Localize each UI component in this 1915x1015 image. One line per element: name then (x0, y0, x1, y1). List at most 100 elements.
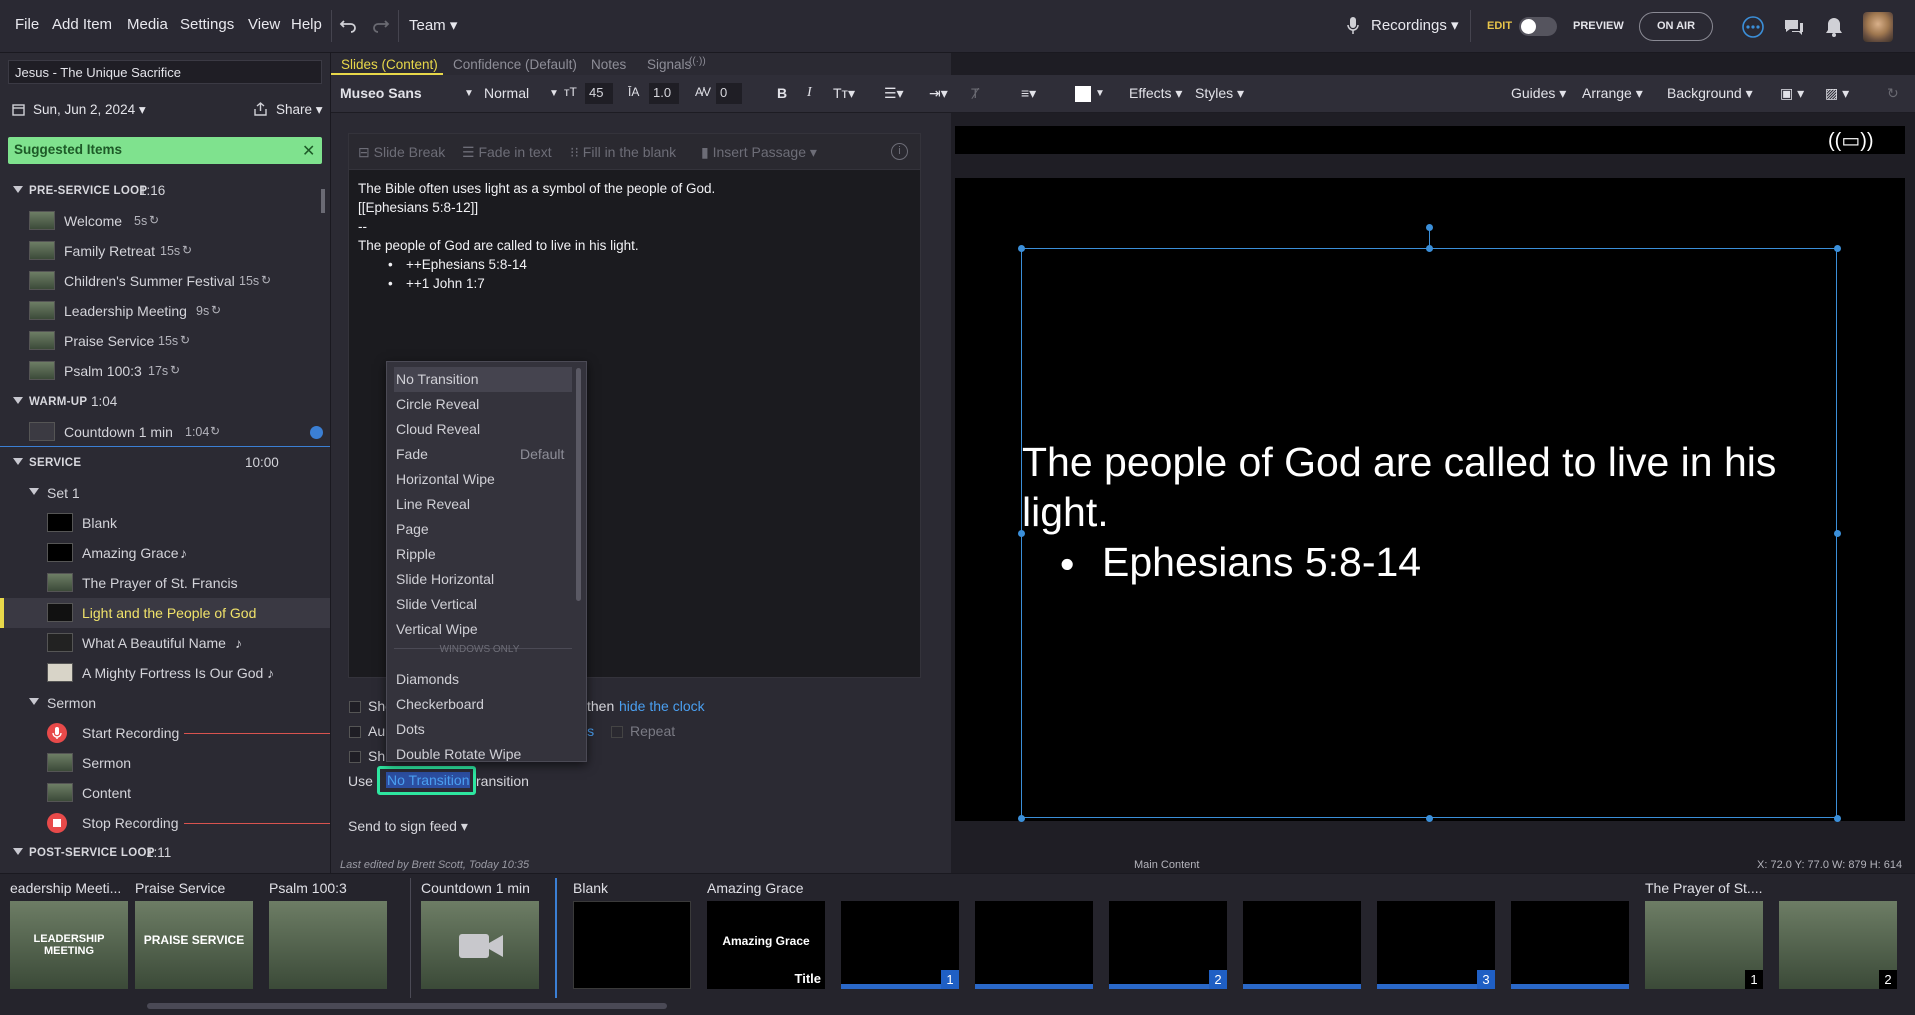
dropdown-item[interactable]: Horizontal Wipe (394, 467, 572, 492)
list-item[interactable]: Blank (0, 508, 330, 538)
rotate-handle[interactable] (1426, 224, 1433, 231)
dropdown-item[interactable]: Vertical Wipe (394, 617, 572, 642)
filmstrip-thumbnail[interactable]: 1 (1645, 901, 1763, 989)
repeat-checkbox[interactable] (611, 726, 623, 738)
chevron-down-icon[interactable] (29, 488, 39, 495)
arrange-dropdown[interactable]: Arrange ▾ (1582, 85, 1643, 102)
dropdown-item[interactable]: Dots (394, 717, 572, 742)
filmstrip-thumbnail[interactable]: PRAISE SERVICE (135, 901, 253, 989)
redo-icon[interactable] (372, 15, 390, 33)
list-item[interactable]: Content (0, 778, 330, 808)
list-item[interactable]: Countdown 1 min 1:04 ↻ (0, 417, 330, 447)
align-icon[interactable]: ≡▾ (1021, 85, 1036, 102)
list-item[interactable]: Praise Service 15s ↻ (0, 326, 330, 356)
filmstrip-thumbnail[interactable]: 1 (841, 901, 959, 989)
indent-icon[interactable]: ⇥▾ (929, 85, 948, 102)
avatar[interactable] (1863, 12, 1893, 42)
list-item[interactable]: Sermon (0, 748, 330, 778)
dropdown-item[interactable]: Page (394, 517, 572, 542)
info-icon[interactable]: i (891, 143, 908, 160)
list-item[interactable]: Family Retreat 15s ↻ (0, 236, 330, 266)
resize-handle[interactable] (1834, 245, 1841, 252)
filmstrip-thumbnail[interactable]: Amazing Grace Title (707, 901, 825, 989)
list-item[interactable]: Leadership Meeting 9s ↻ (0, 296, 330, 326)
resize-handle[interactable] (1834, 815, 1841, 822)
scrollbar-thumb[interactable] (321, 189, 325, 213)
list-item[interactable]: A Mighty Fortress Is Our God ♪ (0, 658, 330, 688)
menu-settings[interactable]: Settings (180, 16, 234, 33)
filmstrip-thumbnail[interactable]: 2 (1109, 901, 1227, 989)
resize-handle[interactable] (1018, 815, 1025, 822)
section-service[interactable]: SERVICE 10:00 (0, 448, 330, 478)
tab-signals[interactable]: Signals (647, 57, 691, 72)
list-item[interactable]: Stop Recording (0, 808, 330, 838)
list-item[interactable]: Children's Summer Festival 15s ↻ (0, 266, 330, 296)
tree-group-set-1[interactable]: Set 1 (0, 478, 330, 508)
filmstrip-thumbnail[interactable] (573, 901, 691, 989)
auto-advance-checkbox[interactable] (349, 726, 361, 738)
refresh-icon[interactable]: ↻ (1887, 85, 1899, 102)
weight-select[interactable]: Normal (484, 85, 529, 101)
show-clock-checkbox[interactable] (349, 701, 361, 713)
filmstrip-thumbnail[interactable] (1511, 901, 1629, 989)
play-icon[interactable] (310, 426, 323, 439)
menu-file[interactable]: File (15, 16, 39, 33)
menu-view[interactable]: View (248, 16, 280, 33)
transition-select[interactable]: No Transition (377, 766, 476, 795)
dropdown-scrollbar[interactable] (576, 368, 581, 601)
filmstrip-thumbnail[interactable] (421, 901, 539, 989)
section-pre-service-loop[interactable]: PRE-SERVICE LOOP 1:16 (0, 176, 330, 206)
option-checkbox[interactable] (349, 751, 361, 763)
text-box-icon[interactable]: ▣ ▾ (1780, 85, 1804, 102)
dropdown-item[interactable]: Slide Horizontal (394, 567, 572, 592)
filmstrip-thumbnail[interactable] (975, 901, 1093, 989)
text-color-swatch[interactable] (1075, 86, 1091, 102)
dropdown-item[interactable]: Diamonds (394, 667, 572, 692)
list-item[interactable]: The Prayer of St. Francis (0, 568, 330, 598)
list-item[interactable]: Start Recording (0, 718, 330, 748)
chevron-down-icon[interactable] (13, 458, 23, 465)
tab-slides-content[interactable]: Slides (Content) (341, 57, 438, 72)
tab-confidence[interactable]: Confidence (Default) (453, 57, 577, 72)
dropdown-item[interactable]: Line Reveal (394, 492, 572, 517)
list-icon[interactable]: ☰▾ (884, 85, 904, 102)
styles-dropdown[interactable]: Styles ▾ (1195, 85, 1244, 102)
insert-passage-button[interactable]: ▮ Insert Passage ▾ (701, 144, 817, 161)
line-height-input[interactable]: 1.0 (649, 83, 679, 104)
background-dropdown[interactable]: Background ▾ (1667, 85, 1753, 102)
recordings-dropdown[interactable]: Recordings ▾ (1371, 16, 1459, 34)
tab-notes[interactable]: Notes (591, 57, 626, 72)
filmstrip-scrollbar[interactable] (147, 1003, 667, 1009)
menu-help[interactable]: Help (291, 16, 322, 33)
filmstrip-thumbnail[interactable]: 3 (1377, 901, 1495, 989)
chevron-down-icon[interactable] (13, 848, 23, 855)
chevron-down-icon[interactable] (13, 186, 23, 193)
section-warm-up[interactable]: WARM-UP 1:04 (0, 387, 330, 417)
section-post-service-loop[interactable]: POST-SERVICE LOOP 1:11 (0, 838, 330, 868)
dropdown-item[interactable]: Fade Default (394, 442, 572, 467)
list-item-selected[interactable]: Light and the People of God (0, 598, 330, 628)
font-select[interactable]: Museo Sans (340, 85, 422, 101)
menu-media[interactable]: Media (127, 16, 168, 33)
more-options-icon[interactable] (1742, 16, 1764, 38)
undo-icon[interactable] (339, 15, 357, 33)
text-box-selection[interactable]: The people of God are called to live in … (1021, 248, 1837, 818)
edit-preview-toggle[interactable] (1519, 17, 1557, 36)
dropdown-item[interactable]: Cloud Reveal (394, 417, 572, 442)
dropdown-item[interactable]: Ripple (394, 542, 572, 567)
fill-in-blank-button[interactable]: ⁝⁝ Fill in the blank (570, 144, 676, 161)
resize-handle[interactable] (1018, 245, 1025, 252)
filmstrip-thumbnail[interactable] (1243, 901, 1361, 989)
menu-add-item[interactable]: Add Item (52, 16, 112, 33)
sign-feed-dropdown[interactable]: Send to sign feed ▾ (348, 818, 468, 835)
team-dropdown[interactable]: Team ▾ (409, 16, 457, 34)
text-case-button[interactable]: Tт▾ (833, 85, 855, 102)
list-item[interactable]: Welcome 5s ↻ (0, 206, 330, 236)
guides-dropdown[interactable]: Guides ▾ (1511, 85, 1566, 102)
resize-handle[interactable] (1426, 245, 1433, 252)
filmstrip-thumbnail[interactable]: LEADERSHIP MEETING (10, 901, 128, 989)
dropdown-item[interactable]: No Transition (394, 367, 572, 392)
plan-date[interactable]: Sun, Jun 2, 2024 ▾ (33, 102, 146, 118)
editor-scrollbar[interactable] (928, 133, 934, 678)
dropdown-item[interactable]: Slide Vertical (394, 592, 572, 617)
